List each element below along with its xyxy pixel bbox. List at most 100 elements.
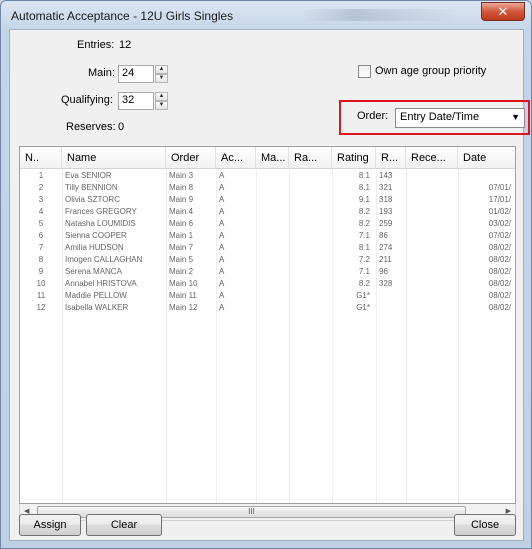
- order-select-value: Entry Date/Time: [400, 111, 480, 123]
- title-bar[interactable]: Automatic Acceptance - 12U Girls Singles…: [1, 1, 531, 29]
- table-row[interactable]: 6 Sienna COOPER Main 1 A 7.1 86 07/02/: [20, 230, 515, 242]
- cell-ra: [289, 242, 332, 254]
- cell-acceptance: A: [219, 255, 225, 264]
- cell-order: Main 8: [169, 183, 194, 192]
- cell-order: Main 6: [169, 219, 194, 228]
- cell-ma: [256, 278, 289, 290]
- cell-number: 8: [38, 255, 44, 264]
- qualifying-label: Qualifying:: [61, 94, 113, 106]
- cell-order: Main 7: [169, 243, 194, 252]
- cell-order: Main 1: [169, 231, 194, 240]
- cell-ma: [256, 266, 289, 278]
- cell-ma: [256, 218, 289, 230]
- cell-ra: [289, 206, 332, 218]
- qualifying-input[interactable]: 32: [118, 92, 154, 110]
- order-select[interactable]: Entry Date/Time ▼: [395, 108, 525, 128]
- column-header-ma[interactable]: Ma...: [256, 147, 289, 169]
- column-header-date[interactable]: Date: [458, 147, 515, 169]
- cell-ra: [289, 290, 332, 302]
- cell-acceptance: A: [219, 195, 225, 204]
- entries-value: 12: [119, 39, 132, 51]
- cell-date: 17/01/: [488, 195, 511, 204]
- cell-rating: 8.2: [358, 219, 370, 228]
- chevron-down-icon[interactable]: ▼: [155, 74, 168, 83]
- cell-ma: [256, 194, 289, 206]
- cell-date: 08/02/: [488, 303, 511, 312]
- cell-received: [406, 182, 458, 194]
- cell-rating: 8.2: [358, 207, 370, 216]
- cell-received: [406, 230, 458, 242]
- own-age-group-label[interactable]: Own age group priority: [375, 65, 486, 77]
- cell-order: Main 3: [169, 171, 194, 180]
- table-row[interactable]: 12 Isabella WALKER Main 12 A G1* 08/02/: [20, 302, 515, 314]
- table-row[interactable]: 2 Tilly BENNION Main 8 A 8.1 321 07/01/: [20, 182, 515, 194]
- cell-number: 7: [38, 243, 44, 252]
- entries-label: Entries:: [77, 39, 115, 51]
- cell-ma: [256, 290, 289, 302]
- cell-rank: 86: [379, 231, 388, 240]
- cell-date: 01/02/: [488, 207, 511, 216]
- cell-received: [406, 254, 458, 266]
- main-input[interactable]: 24: [118, 65, 154, 83]
- close-button[interactable]: Close: [454, 514, 516, 536]
- cell-date: 08/02/: [488, 243, 511, 252]
- window-close-button[interactable]: ✕: [481, 2, 525, 21]
- cell-number: 2: [38, 183, 44, 192]
- chevron-up-icon[interactable]: ▲: [155, 92, 168, 101]
- cell-number: 4: [38, 207, 44, 216]
- column-header-order[interactable]: Order: [166, 147, 216, 169]
- main-stepper[interactable]: ▲ ▼: [155, 65, 168, 83]
- cell-rating: 7.2: [358, 255, 370, 264]
- cell-order: Main 2: [169, 267, 194, 276]
- window-title: Automatic Acceptance - 12U Girls Singles: [11, 9, 234, 23]
- cell-received: [406, 170, 458, 182]
- cell-acceptance: A: [219, 243, 225, 252]
- table-row[interactable]: 7 Amilia HUDSON Main 7 A 8.1 274 08/02/: [20, 242, 515, 254]
- table-row[interactable]: 8 Imogen CALLAGHAN Main 5 A 7.2 211 08/02/: [20, 254, 515, 266]
- cell-rank: 211: [379, 255, 392, 264]
- table-row[interactable]: 3 Olivia SZTORC Main 9 A 9.1 318 17/01/: [20, 194, 515, 206]
- table-row[interactable]: 10 Annabel HRISTOVA Main 10 A 8.2 328 08/02/: [20, 278, 515, 290]
- cell-received: [406, 278, 458, 290]
- column-header-number[interactable]: N..: [20, 147, 62, 169]
- table-row[interactable]: 1 Eva SENIOR Main 3 A 8.1 143: [20, 170, 515, 182]
- cell-date: 07/02/: [488, 231, 511, 240]
- cell-ma: [256, 206, 289, 218]
- cell-acceptance: A: [219, 219, 225, 228]
- table-row[interactable]: 9 Serena MANCA Main 2 A 7.1 96 08/02/: [20, 266, 515, 278]
- column-header-rating[interactable]: Rating: [332, 147, 376, 169]
- table-row[interactable]: 4 Frances GREGORY Main 4 A 8.2 193 01/02/: [20, 206, 515, 218]
- column-header-received[interactable]: Rece...: [406, 147, 458, 169]
- cell-date: 08/02/: [488, 255, 511, 264]
- cell-name: Tilly BENNION: [65, 183, 118, 192]
- cell-number: 9: [38, 267, 44, 276]
- table-row[interactable]: 5 Natasha LOUMIDIS Main 6 A 8.2 259 03/02/: [20, 218, 515, 230]
- column-header-rank[interactable]: R...: [376, 147, 406, 169]
- cell-ra: [289, 266, 332, 278]
- cell-received: [406, 194, 458, 206]
- cell-number: 1: [38, 171, 44, 180]
- cell-acceptance: A: [219, 279, 225, 288]
- cell-received: [406, 218, 458, 230]
- column-header-name[interactable]: Name: [62, 147, 166, 169]
- cell-ra: [289, 170, 332, 182]
- cell-ma: [256, 170, 289, 182]
- column-header-acceptance[interactable]: Ac...: [216, 147, 256, 169]
- chevron-down-icon[interactable]: ▼: [511, 112, 520, 122]
- chevron-down-icon[interactable]: ▼: [155, 101, 168, 110]
- cell-received: [406, 266, 458, 278]
- assign-button[interactable]: Assign: [19, 514, 81, 536]
- chevron-up-icon[interactable]: ▲: [155, 65, 168, 74]
- cell-ra: [289, 278, 332, 290]
- cell-ma: [256, 242, 289, 254]
- table-row[interactable]: 11 Maddie PELLOW Main 11 A G1* 08/02/: [20, 290, 515, 302]
- cell-rank: 321: [379, 183, 393, 192]
- column-header-ra[interactable]: Ra...: [289, 147, 332, 169]
- cell-rank: 143: [379, 171, 393, 180]
- cell-rank: 318: [379, 195, 393, 204]
- reserves-label: Reserves:: [66, 121, 116, 133]
- clear-button[interactable]: Clear: [86, 514, 162, 536]
- qualifying-stepper[interactable]: ▲ ▼: [155, 92, 168, 110]
- cell-rank: 274: [379, 243, 393, 252]
- own-age-group-checkbox[interactable]: [358, 65, 371, 78]
